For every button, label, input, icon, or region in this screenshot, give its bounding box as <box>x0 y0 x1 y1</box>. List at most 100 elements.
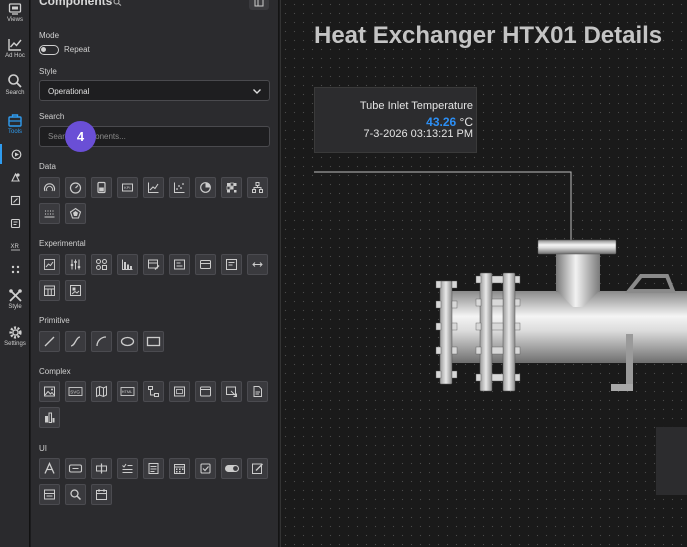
hierarchy-icon <box>252 182 263 193</box>
readout-connector-line <box>314 171 572 240</box>
kpi-icon: KPI <box>122 183 133 192</box>
rail-sub-xy[interactable]: XR <box>0 236 30 256</box>
list-tile[interactable] <box>117 458 138 479</box>
display-icon <box>174 259 185 270</box>
popup-icon <box>226 386 237 397</box>
bar-chart-tile[interactable] <box>143 177 164 198</box>
rectangle-icon <box>146 336 161 347</box>
middle-flange-a <box>479 272 493 392</box>
table-edit-tile[interactable] <box>143 254 164 275</box>
repeat-toggle[interactable] <box>39 45 59 55</box>
form-tile[interactable] <box>221 254 242 275</box>
svg-tile[interactable]: SVG <box>65 381 86 402</box>
curve-tile[interactable] <box>65 331 86 352</box>
date-picker-icon <box>96 489 107 500</box>
card-icon <box>200 260 211 269</box>
scatter-tile[interactable] <box>169 177 190 198</box>
dropdown-tile[interactable] <box>39 484 60 505</box>
support-bracket <box>624 274 676 293</box>
html-tile[interactable]: HTML <box>117 381 138 402</box>
rail-sub-components[interactable] <box>0 144 30 164</box>
text-tile[interactable] <box>39 458 60 479</box>
flow-icon <box>148 386 159 397</box>
dock-panel-button[interactable] <box>249 0 269 10</box>
display-tile[interactable] <box>169 254 190 275</box>
event-grid-tile[interactable] <box>39 203 60 224</box>
plant-tile[interactable] <box>39 407 60 428</box>
dropdown-icon <box>44 489 55 500</box>
rail-sub-shapes[interactable] <box>0 167 30 187</box>
image-tile[interactable] <box>39 381 60 402</box>
ellipse-tile[interactable] <box>117 331 138 352</box>
textarea-tile[interactable] <box>143 458 164 479</box>
rail-tools-label: Tools <box>7 129 22 135</box>
rail-sub-edit[interactable] <box>0 190 30 210</box>
line-tile[interactable] <box>39 331 60 352</box>
gauge-arc-tile[interactable] <box>39 177 60 198</box>
rail-tools[interactable]: Tools <box>0 112 30 136</box>
design-canvas[interactable]: Heat Exchanger HTX01 Details Tube Inlet … <box>280 0 687 547</box>
drain-foot <box>611 384 633 391</box>
map-tile[interactable] <box>91 381 112 402</box>
calendar-grid-tile[interactable] <box>39 280 60 301</box>
window-tile[interactable] <box>195 381 216 402</box>
search-icon <box>8 74 22 88</box>
toolbox-icon <box>8 114 22 127</box>
textarea-icon <box>148 463 159 474</box>
tree-tile[interactable] <box>247 177 268 198</box>
radar-tile[interactable] <box>65 203 86 224</box>
search-small-icon[interactable] <box>113 0 122 6</box>
document-icon <box>253 386 262 397</box>
search-box-tile[interactable] <box>65 484 86 505</box>
rail-views[interactable]: Views <box>0 2 30 24</box>
rail-sub-transform[interactable] <box>0 259 30 279</box>
rail-sub-notes[interactable] <box>0 213 30 233</box>
data-components-grid: KPI <box>39 177 279 229</box>
column-tile[interactable] <box>117 254 138 275</box>
input-text-tile[interactable] <box>91 458 112 479</box>
pie-tile[interactable] <box>195 177 216 198</box>
rail-settings[interactable]: Settings <box>0 325 30 348</box>
s-curve-icon <box>70 336 81 347</box>
rail-adhoc[interactable]: Ad Hoc <box>0 36 30 60</box>
bar-line-chart-icon <box>148 182 159 193</box>
adhoc-chart-icon <box>8 39 22 51</box>
tank-tile[interactable] <box>91 177 112 198</box>
flow-tile[interactable] <box>143 381 164 402</box>
rail-search[interactable]: Search <box>0 73 30 97</box>
kpi-tile[interactable]: KPI <box>117 177 138 198</box>
rail-style-label: Style <box>8 304 22 310</box>
trend-tile[interactable] <box>39 254 60 275</box>
popup-tile[interactable] <box>221 381 242 402</box>
rectangle-tile[interactable] <box>143 331 164 352</box>
image-map-tile[interactable] <box>65 280 86 301</box>
edit-field-tile[interactable] <box>247 458 268 479</box>
section-primitive-label: Primitive <box>39 316 70 325</box>
components-icon <box>11 149 21 159</box>
date-picker-tile[interactable] <box>91 484 112 505</box>
embed-tile[interactable] <box>169 381 190 402</box>
switch-tile[interactable] <box>221 458 242 479</box>
side-panel <box>656 427 687 495</box>
checkbox-tile[interactable] <box>195 458 216 479</box>
views-icon <box>8 3 22 15</box>
pdf-tile[interactable] <box>247 381 268 402</box>
card-tile[interactable] <box>195 254 216 275</box>
heatmap-tile[interactable] <box>221 177 242 198</box>
resize-tile[interactable] <box>247 254 268 275</box>
search-label: Search <box>39 112 65 121</box>
heat-exchanger-graphic[interactable] <box>281 0 687 547</box>
arc-tile[interactable] <box>91 331 112 352</box>
date-tile[interactable] <box>169 458 190 479</box>
gear-icon <box>8 326 22 339</box>
button-tile[interactable] <box>65 458 86 479</box>
rail-style[interactable]: Style <box>0 288 30 311</box>
style-select[interactable]: Operational <box>39 80 270 101</box>
speedometer-tile[interactable] <box>65 177 86 198</box>
primitive-components-grid <box>39 331 279 357</box>
heatmap-icon <box>226 182 237 193</box>
xy-icon: XR <box>10 244 20 250</box>
sliders-tile[interactable] <box>65 254 86 275</box>
nodes-tile[interactable] <box>91 254 112 275</box>
rail-settings-label: Settings <box>4 341 26 347</box>
